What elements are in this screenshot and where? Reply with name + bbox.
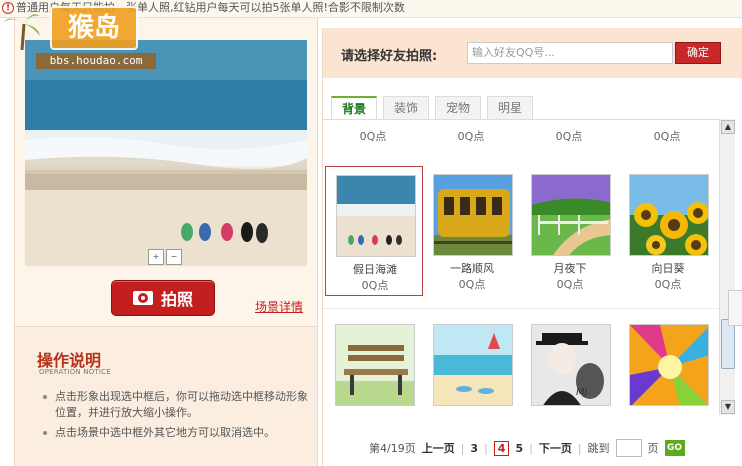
page-current: 4 (493, 440, 510, 456)
scene-details-link[interactable]: 场景详情 (255, 298, 303, 315)
scroll-down-icon[interactable]: ▼ (721, 400, 735, 414)
jump-label: 跳到 (587, 442, 610, 455)
go-button[interactable]: GO (664, 440, 685, 456)
scene-thumbnail (433, 174, 513, 256)
page-info: 第4/19页 (369, 442, 416, 455)
scene-thumbnail (629, 174, 709, 256)
tab-pet[interactable]: 宠物 (435, 96, 482, 120)
site-watermark: 猴岛 bbs.houdao.com (2, 2, 156, 70)
prev-page-link[interactable]: 上一页 (422, 440, 455, 456)
palm-tree-icon (4, 14, 40, 50)
friend-label: 请选择好友拍照: (341, 49, 438, 64)
take-photo-button[interactable]: 拍照 (111, 280, 215, 316)
photo-preview[interactable] (25, 40, 307, 266)
tab-star[interactable]: 明星 (487, 96, 534, 120)
scroll-up-icon[interactable]: ▲ (721, 120, 735, 134)
item-price: 0Q点 (457, 130, 485, 143)
scene-item-holiday-beach[interactable]: 假日海滩 0Q点 (325, 166, 423, 296)
scene-thumbnail: MJ (531, 324, 611, 406)
tab-background[interactable]: 背景 (331, 96, 378, 120)
confirm-button[interactable]: 确定 (675, 42, 721, 64)
scene-item-moonlit-night[interactable]: 月夜下 0Q点 (521, 166, 619, 296)
instructions-panel: 操作说明 OPERATION NOTICE 点击形象出现选中框后，你可以拖动选中… (15, 326, 317, 466)
scene-item-colorful[interactable] (619, 316, 717, 425)
preview-tools: + − (148, 249, 182, 267)
scene-item-seaside[interactable] (423, 316, 521, 425)
scene-thumbnail (335, 324, 415, 406)
side-handle[interactable] (728, 290, 742, 326)
right-panel: 请选择好友拍照: 输入好友QQ号... 确定 背景 装饰 宠物 明星 0Q点 0… (322, 28, 742, 466)
scene-name: 假日海滩 (353, 263, 397, 276)
scene-name: 月夜下 (553, 262, 587, 275)
friend-select-bar: 请选择好友拍照: 输入好友QQ号... 确定 (323, 28, 742, 78)
left-panel: + − 拍照 场景详情 操作说明 OPERATION NOTICE 点击形象出现… (14, 18, 318, 466)
item-price: 0Q点 (555, 130, 583, 143)
take-photo-label: 拍照 (160, 290, 193, 309)
scene-item-sunflower[interactable]: 向日葵 0Q点 (619, 166, 717, 296)
beach-scene-image (25, 40, 307, 266)
previous-row-prices: 0Q点 0Q点 0Q点 0Q点 (323, 128, 719, 144)
scene-price: 0Q点 (654, 278, 682, 291)
scene-thumbnail (336, 175, 416, 257)
scene-thumbnail (531, 174, 611, 256)
friend-qq-input[interactable]: 输入好友QQ号... (467, 42, 673, 64)
instruction-item: 点击场景中选中框外其它地方可以取消选中。 (41, 425, 311, 441)
page-link-3[interactable]: 3 (470, 442, 478, 455)
scene-item-michael[interactable]: MJ (521, 316, 619, 425)
watermark-logo: 猴岛 (50, 6, 138, 50)
grid-scrollbar[interactable]: ▲ ▼ (719, 119, 735, 415)
page-jump-input[interactable] (615, 439, 642, 457)
watermark-url: bbs.houdao.com (36, 53, 156, 69)
scene-name: 一路顺风 (450, 262, 494, 275)
scene-thumbnail (433, 324, 513, 406)
scene-thumbnail (629, 324, 709, 406)
scene-item-bon-voyage[interactable]: 一路顺风 0Q点 (423, 166, 521, 296)
page-unit: 页 (647, 442, 659, 455)
item-price: 0Q点 (653, 130, 681, 143)
row-divider (323, 308, 719, 309)
instruction-item: 点击形象出现选中框后，你可以拖动选中框移动形象位置，并进行放大缩小操作。 (41, 389, 311, 421)
item-price: 0Q点 (359, 130, 387, 143)
scene-item-bench[interactable] (325, 316, 423, 425)
zoom-out-icon[interactable]: − (166, 249, 182, 265)
instructions-subtitle: OPERATION NOTICE (39, 368, 111, 376)
category-tabs: 背景 装饰 宠物 明星 (331, 96, 534, 120)
scene-price: 0Q点 (458, 278, 486, 291)
next-page-link[interactable]: 下一页 (539, 440, 572, 456)
scene-price: 0Q点 (361, 279, 389, 292)
pagination: 第4/19页 上一页 | 3 | 4 5 | 下一页 | 跳到 页 GO (369, 438, 685, 458)
scene-price: 0Q点 (556, 278, 584, 291)
instructions-list: 点击形象出现选中框后，你可以拖动选中框移动形象位置，并进行放大缩小操作。 点击场… (41, 389, 311, 445)
page-link-5[interactable]: 5 (515, 442, 523, 455)
scene-name: 向日葵 (651, 262, 685, 275)
scroll-thumb[interactable] (721, 319, 735, 369)
camera-icon (132, 291, 153, 305)
svg-text:MJ: MJ (576, 387, 588, 398)
tab-decoration[interactable]: 装饰 (383, 96, 430, 120)
zoom-in-icon[interactable]: + (148, 249, 164, 265)
scene-grid: 0Q点 0Q点 0Q点 0Q点 假日海滩 0Q点 一路顺风 0Q点 月夜下 0Q… (323, 119, 719, 425)
